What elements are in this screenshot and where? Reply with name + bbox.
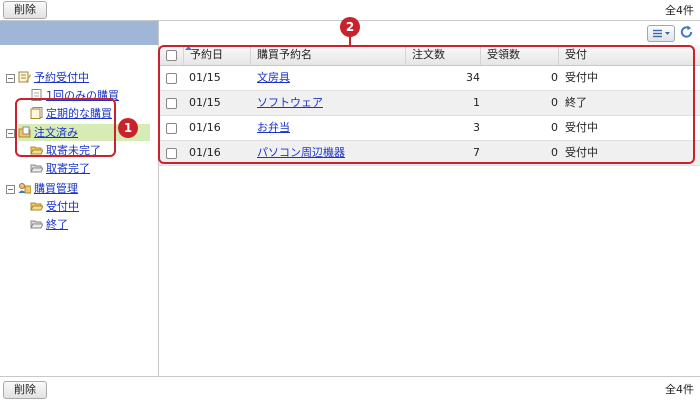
collapse-toggle-icon[interactable]: − bbox=[6, 129, 15, 138]
list-toolbar bbox=[159, 21, 700, 45]
tree-item-reservation-open[interactable]: 予約受付中 bbox=[18, 69, 89, 86]
refresh-icon[interactable] bbox=[679, 24, 694, 40]
folder-closed-icon bbox=[30, 220, 43, 229]
view-options-button[interactable] bbox=[647, 25, 675, 42]
tree-label[interactable]: 受付中 bbox=[46, 200, 79, 213]
tree-label[interactable]: 予約受付中 bbox=[34, 71, 89, 84]
sidebar-header bbox=[0, 21, 158, 45]
tree-label[interactable]: 購買管理 bbox=[34, 182, 78, 195]
tree-label[interactable]: 取寄完了 bbox=[46, 162, 90, 175]
tree-item-arrival-complete[interactable]: 取寄完了 bbox=[30, 160, 90, 177]
tree-item-purchase-management[interactable]: 購買管理 bbox=[18, 180, 78, 197]
total-count-top: 全4件 bbox=[665, 4, 694, 17]
folder-sidebar: − 予約受付中 1回のみの購買 定期的な購買 − 注文済み 取寄未完了 取寄完了… bbox=[0, 21, 159, 376]
notepad-pencil-icon bbox=[18, 71, 31, 83]
tree-label[interactable]: 終了 bbox=[46, 218, 68, 231]
tree-item-accepting[interactable]: 受付中 bbox=[30, 198, 79, 215]
collapse-toggle-icon[interactable]: − bbox=[6, 74, 15, 83]
delete-button-bottom[interactable]: 削除 bbox=[3, 381, 47, 399]
highlight-box-1 bbox=[15, 98, 116, 157]
list-menu-icon bbox=[653, 29, 670, 38]
highlight-box-2 bbox=[158, 45, 695, 164]
collapse-toggle-icon[interactable]: − bbox=[6, 185, 15, 194]
folder-open-icon bbox=[30, 202, 43, 211]
folder-closed-icon bbox=[30, 164, 43, 173]
total-count-bottom: 全4件 bbox=[665, 383, 694, 396]
annotation-badge-1: 1 bbox=[118, 118, 138, 138]
annotation-badge-2: 2 bbox=[340, 17, 360, 37]
tree-item-closed[interactable]: 終了 bbox=[30, 216, 68, 233]
delete-button-top[interactable]: 削除 bbox=[3, 1, 47, 19]
user-management-icon bbox=[18, 183, 31, 194]
